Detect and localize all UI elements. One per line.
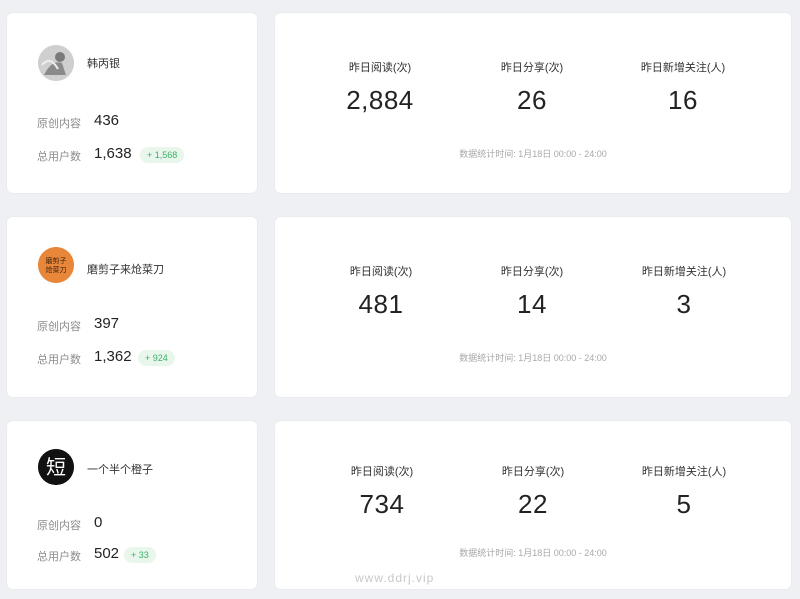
yesterday-stats-card: 昨日阅读(次) 734 昨日分享(次) 22 昨日新增关注(人) 5 数据统计时… (275, 421, 791, 589)
original-content-label: 原创内容 (37, 118, 81, 130)
metric-reads: 昨日阅读(次) 481 (306, 263, 456, 320)
total-users-label: 总用户数 (37, 551, 81, 563)
metric-label: 昨日阅读(次) (349, 266, 413, 278)
metric-label: 昨日分享(次) (501, 466, 565, 478)
metric-shares: 昨日分享(次) 26 (457, 59, 607, 116)
users-delta-badge: + 1,568 (140, 147, 185, 163)
metric-label: 昨日分享(次) (500, 266, 564, 278)
metric-value: 26 (517, 85, 547, 115)
avatar[interactable]: 短 (38, 449, 74, 485)
watermark-text: www.ddrj.vip (355, 571, 435, 585)
original-content-label: 原创内容 (37, 520, 81, 532)
metric-value: 2,884 (346, 85, 414, 115)
account-summary-card: 韩丙银 原创内容 436 总用户数 1,638 + 1,568 (7, 13, 257, 193)
metric-value: 22 (518, 489, 548, 519)
original-content-value: 436 (94, 112, 120, 129)
metric-shares: 昨日分享(次) 22 (458, 463, 608, 520)
metric-label: 昨日阅读(次) (348, 62, 412, 74)
account-name[interactable]: 韩丙银 (87, 55, 120, 71)
stats-time-note: 数据统计时间: 1月18日 00:00 - 24:00 (459, 149, 607, 159)
original-content-value: 397 (94, 315, 120, 332)
metric-value: 3 (676, 289, 692, 319)
total-users-value: 502 (94, 545, 120, 562)
yesterday-stats-card: 昨日阅读(次) 481 昨日分享(次) 14 昨日新增关注(人) 3 数据统计时… (275, 217, 791, 397)
short-char-logo-icon: 短 (38, 449, 74, 485)
original-content-label: 原创内容 (37, 321, 81, 333)
person-photo-icon (38, 45, 74, 81)
account-name[interactable]: 一个半个橙子 (87, 461, 153, 477)
metric-label: 昨日分享(次) (500, 62, 564, 74)
metric-value: 734 (359, 489, 405, 519)
metric-reads: 昨日阅读(次) 734 (307, 463, 457, 520)
metric-new-followers: 昨日新增关注(人) 16 (608, 59, 758, 116)
metric-shares: 昨日分享(次) 14 (457, 263, 607, 320)
avatar[interactable] (38, 45, 74, 81)
stats-time-note: 数据统计时间: 1月18日 00:00 - 24:00 (459, 548, 607, 558)
total-users-label: 总用户数 (37, 354, 81, 366)
original-content-value: 0 (94, 514, 103, 531)
metric-new-followers: 昨日新增关注(人) 5 (609, 463, 759, 520)
text-logo-icon: 磨剪子 炝菜刀 (38, 247, 74, 283)
svg-text:炝菜刀: 炝菜刀 (46, 265, 67, 274)
total-users-value: 1,362 (94, 348, 132, 365)
metric-label: 昨日新增关注(人) (640, 62, 726, 74)
account-name[interactable]: 磨剪子来炝菜刀 (87, 261, 164, 277)
account-summary-card: 磨剪子 炝菜刀 磨剪子来炝菜刀 原创内容 397 总用户数 1,362 + 92… (7, 217, 257, 397)
metric-value: 481 (358, 289, 404, 319)
users-delta-badge: + 924 (138, 350, 175, 366)
account-summary-card: 短 一个半个橙子 原创内容 0 总用户数 502 + 33 (7, 421, 257, 589)
metric-new-followers: 昨日新增关注(人) 3 (609, 263, 759, 320)
metric-value: 16 (668, 85, 698, 115)
metric-label: 昨日新增关注(人) (641, 466, 727, 478)
total-users-value: 1,638 (94, 145, 132, 162)
metric-reads: 昨日阅读(次) 2,884 (305, 59, 455, 116)
total-users-label: 总用户数 (37, 151, 81, 163)
metric-value: 14 (517, 289, 547, 319)
yesterday-stats-card: 昨日阅读(次) 2,884 昨日分享(次) 26 昨日新增关注(人) 16 数据… (275, 13, 791, 193)
stats-time-note: 数据统计时间: 1月18日 00:00 - 24:00 (459, 353, 607, 363)
metric-label: 昨日新增关注(人) (641, 266, 727, 278)
svg-text:短: 短 (46, 455, 66, 479)
metric-value: 5 (676, 489, 692, 519)
dashboard-page: 韩丙银 原创内容 436 总用户数 1,638 + 1,568 昨日阅读(次) … (0, 0, 800, 599)
users-delta-badge: + 33 (124, 547, 156, 563)
avatar[interactable]: 磨剪子 炝菜刀 (38, 247, 74, 283)
metric-label: 昨日阅读(次) (350, 466, 414, 478)
svg-text:磨剪子: 磨剪子 (46, 256, 67, 265)
